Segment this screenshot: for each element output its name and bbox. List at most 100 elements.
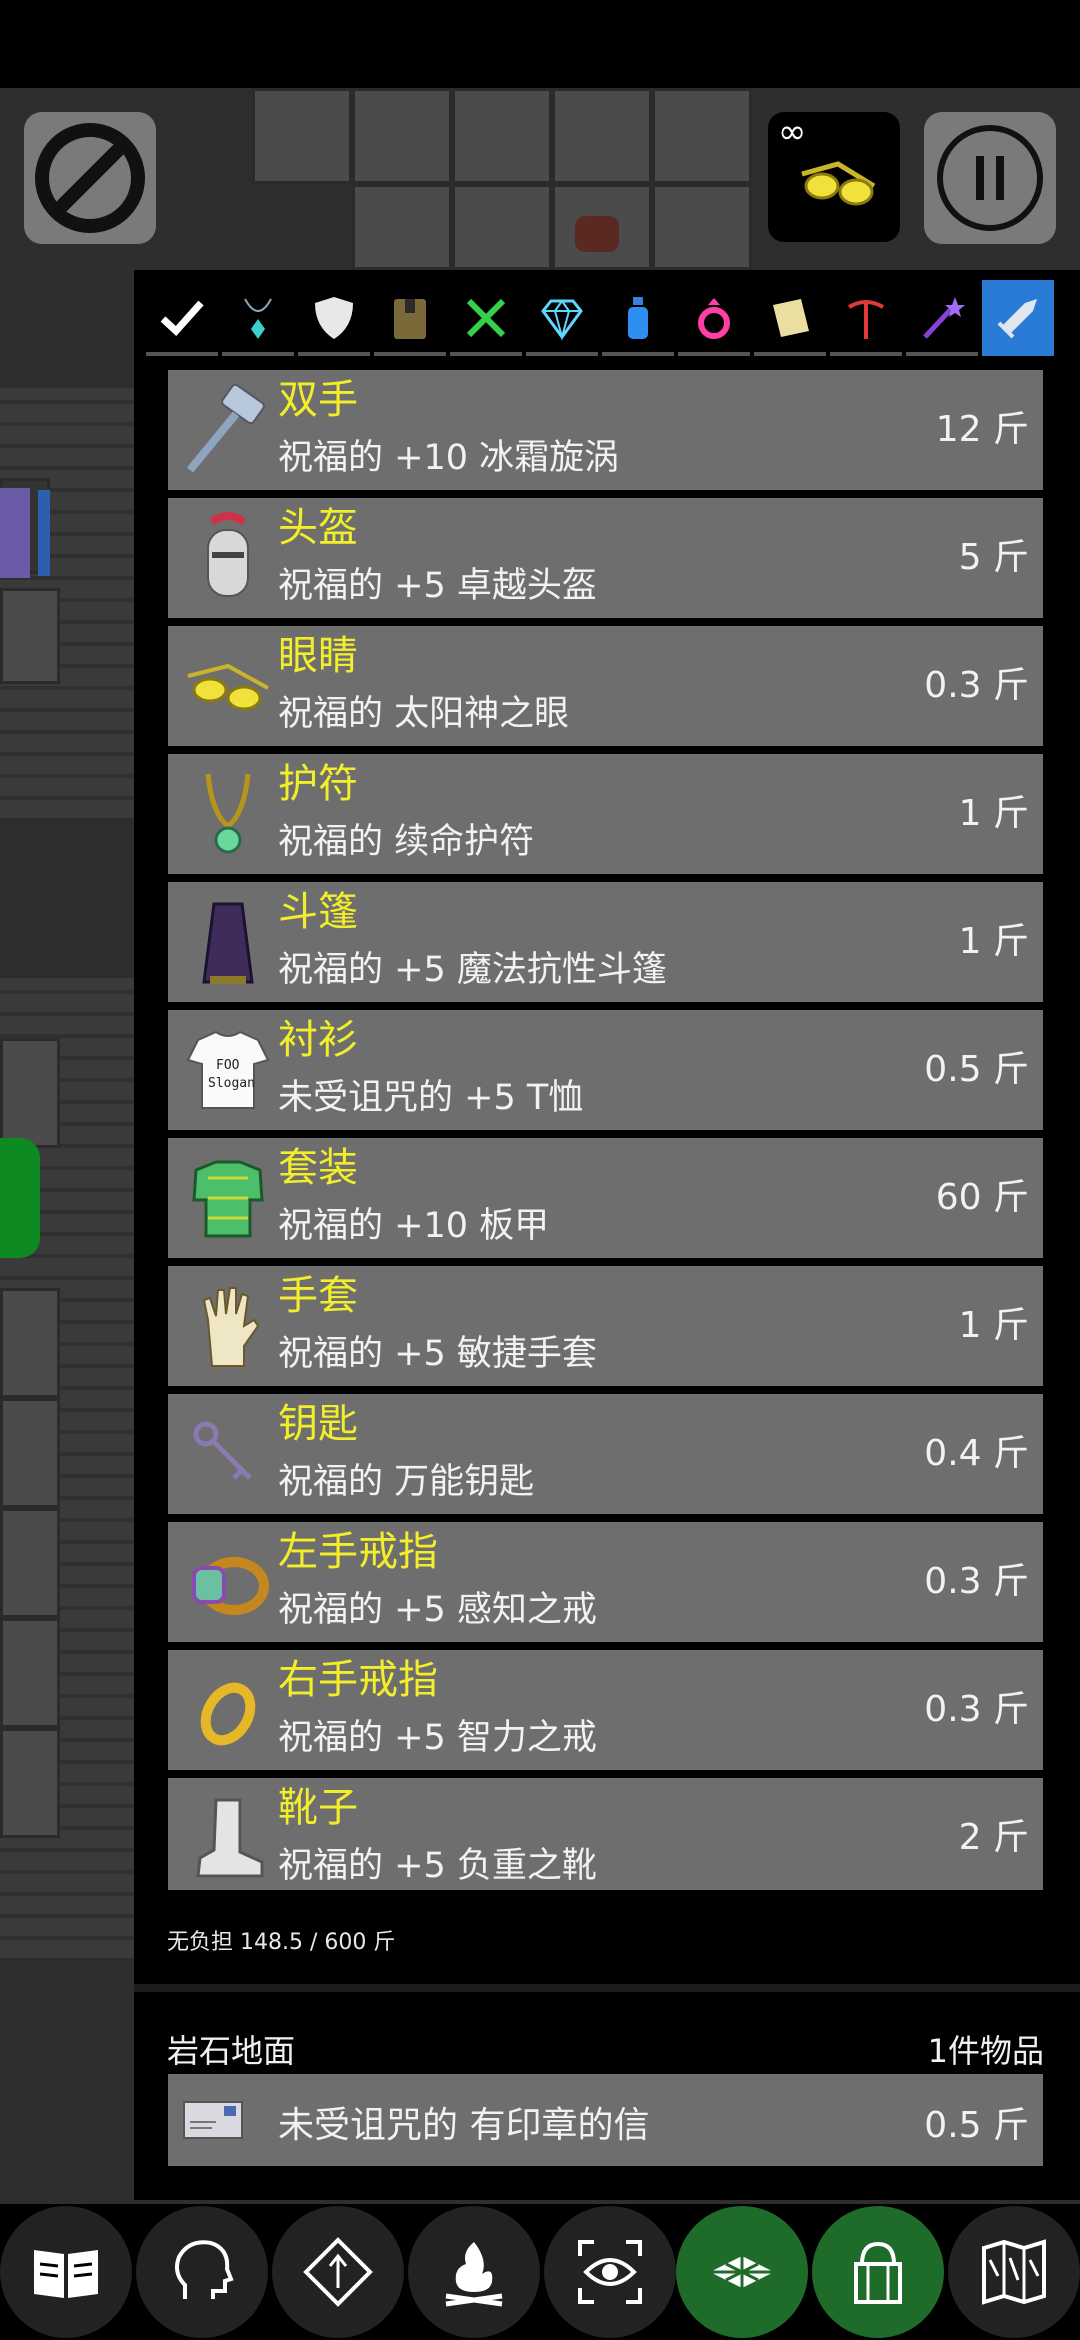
- slot-label: 头盔: [278, 505, 358, 551]
- tshirt-icon: FOO Slogan: [178, 1020, 278, 1120]
- tab-rings[interactable]: [678, 280, 750, 356]
- equipment-row-left-ring[interactable]: 左手戒指 祝福的 +5 感知之戒 0.3 斤: [168, 1522, 1043, 1642]
- floor-tile: [452, 184, 552, 270]
- monster-icon: [575, 216, 619, 252]
- ring-icon: [698, 298, 730, 339]
- equipment-row-cloak[interactable]: 斗篷 祝福的 +5 魔法抗性斗篷 1 斤: [168, 882, 1043, 1002]
- floor-tile: [0, 1038, 60, 1148]
- rest-button[interactable]: [408, 2206, 540, 2338]
- tab-scrolls[interactable]: [754, 280, 826, 356]
- gift-bag-icon: [854, 2241, 902, 2304]
- amulet-icon: [178, 764, 278, 864]
- floor-tile: [0, 1398, 60, 1508]
- head-profile-icon: [175, 2240, 234, 2299]
- item-weight: 0.3 斤: [924, 1689, 1029, 1730]
- slot-label: 钥匙: [278, 1401, 358, 1447]
- item-weight: 0.5 斤: [924, 2105, 1029, 2146]
- tab-food[interactable]: [450, 280, 522, 356]
- key-icon: [178, 1404, 278, 1504]
- boot-icon: [178, 1788, 278, 1888]
- tab-wands[interactable]: [906, 280, 978, 356]
- item-weight: 1 斤: [958, 921, 1029, 962]
- item-description: 祝福的 +5 智力之戒: [278, 1718, 597, 1758]
- character-button[interactable]: [136, 2206, 268, 2338]
- hammer-icon: [178, 380, 278, 480]
- item-weight: 5 斤: [958, 537, 1029, 578]
- floor-tile: [552, 88, 652, 184]
- item-weight: 0.4 斤: [924, 1433, 1029, 1474]
- item-weight: 0.5 斤: [924, 1049, 1029, 1090]
- floor-type-label: 岩石地面: [167, 2032, 296, 2070]
- pause-icon: [937, 125, 1043, 231]
- pickaxe-icon: [847, 300, 885, 339]
- item-description: 祝福的 万能钥匙: [278, 1462, 535, 1502]
- campfire-icon: [445, 2242, 503, 2307]
- item-weight: 0.3 斤: [924, 1561, 1029, 1602]
- tab-books[interactable]: [374, 280, 446, 356]
- floor-tile: [0, 1618, 60, 1728]
- cloak-icon: [178, 892, 278, 992]
- map-button[interactable]: [948, 2206, 1080, 2338]
- slot-label: 斗篷: [278, 889, 358, 935]
- checkmark-icon: [160, 300, 204, 336]
- divider: [134, 1984, 1080, 1992]
- helmet-icon: [178, 508, 278, 608]
- floor-tile: [352, 184, 452, 270]
- item-description: 祝福的 +5 感知之戒: [278, 1590, 597, 1630]
- equipment-row-key[interactable]: 钥匙 祝福的 万能钥匙 0.4 斤: [168, 1394, 1043, 1514]
- tshirt-text: Slogan: [208, 1076, 255, 1091]
- slot-label: 衬衫: [278, 1017, 358, 1063]
- floor-tile: [352, 88, 452, 184]
- item-weight: 12 斤: [935, 409, 1029, 450]
- quick-item-slot[interactable]: ∞: [768, 112, 900, 242]
- equipment-row-shirt[interactable]: FOO Slogan 衬衫 未受诅咒的 +5 T恤 0.5 斤: [168, 1010, 1043, 1130]
- slot-label: 护符: [278, 761, 358, 807]
- floor-button[interactable]: [676, 2206, 808, 2338]
- wand-icon: [923, 297, 965, 339]
- cancel-button[interactable]: [24, 112, 156, 244]
- item-weight: 2 斤: [958, 1817, 1029, 1858]
- pause-button[interactable]: [924, 112, 1056, 244]
- tab-potions[interactable]: [602, 280, 674, 356]
- eye-icon: [578, 2240, 642, 2304]
- religion-button[interactable]: [272, 2206, 404, 2338]
- floor-tile: [0, 1728, 60, 1838]
- slot-label: 眼睛: [278, 633, 358, 679]
- equipment-row-helmet[interactable]: 头盔 祝福的 +5 卓越头盔 5 斤: [168, 498, 1043, 618]
- equipment-row-eyes[interactable]: 眼睛 祝福的 太阳神之眼 0.3 斤: [168, 626, 1043, 746]
- floor-item-row[interactable]: 未受诅咒的 有印章的信 0.5 斤: [168, 2074, 1043, 2166]
- slot-label: 双手: [278, 377, 358, 423]
- tab-gems[interactable]: [526, 280, 598, 356]
- item-description: 未受诅咒的 有印章的信: [278, 2105, 650, 2146]
- equipment-row-hands[interactable]: 双手 祝福的 +10 冰霜旋涡 12 斤: [168, 370, 1043, 490]
- tab-amulet[interactable]: [222, 280, 294, 356]
- player-avatar: [0, 488, 30, 578]
- equipment-row-suit[interactable]: 套装 祝福的 +10 板甲 60 斤: [168, 1138, 1043, 1258]
- plate-armor-icon: [178, 1148, 278, 1248]
- inventory-button[interactable]: [812, 2206, 944, 2338]
- equipment-row-boots[interactable]: 靴子 祝福的 +5 负重之靴 2 斤: [168, 1778, 1043, 1890]
- potion-icon: [628, 297, 648, 339]
- tshirt-text: FOO: [216, 1058, 240, 1073]
- tab-armor[interactable]: [298, 280, 370, 356]
- tab-all[interactable]: [146, 280, 218, 356]
- spellbook-button[interactable]: [0, 2206, 132, 2338]
- sword-icon: [997, 299, 1037, 339]
- item-description: 祝福的 +5 敏捷手套: [278, 1334, 597, 1374]
- tab-tools[interactable]: [830, 280, 902, 356]
- floor-tile: [452, 88, 552, 184]
- equipment-row-right-ring[interactable]: 右手戒指 祝福的 +5 智力之戒 0.3 斤: [168, 1650, 1043, 1770]
- sunglasses-icon: [178, 636, 278, 736]
- look-button[interactable]: [544, 2206, 676, 2338]
- tab-weapons[interactable]: [982, 280, 1054, 356]
- item-description: 祝福的 续命护符: [278, 822, 535, 862]
- envelope-icon: [183, 2101, 243, 2139]
- sunglasses-icon: [801, 161, 876, 206]
- encumbrance-status: 无负担 148.5 / 600 斤: [167, 1930, 396, 1955]
- equipment-row-gloves[interactable]: 手套 祝福的 +5 敏捷手套 1 斤: [168, 1266, 1043, 1386]
- item-weight: 60 斤: [935, 1177, 1029, 1218]
- scroll-icon: [773, 299, 809, 337]
- equipment-row-amulet[interactable]: 护符 祝福的 续命护符 1 斤: [168, 754, 1043, 874]
- no-entry-icon: [35, 123, 145, 233]
- floor-item-count: 1件物品: [927, 2032, 1044, 2070]
